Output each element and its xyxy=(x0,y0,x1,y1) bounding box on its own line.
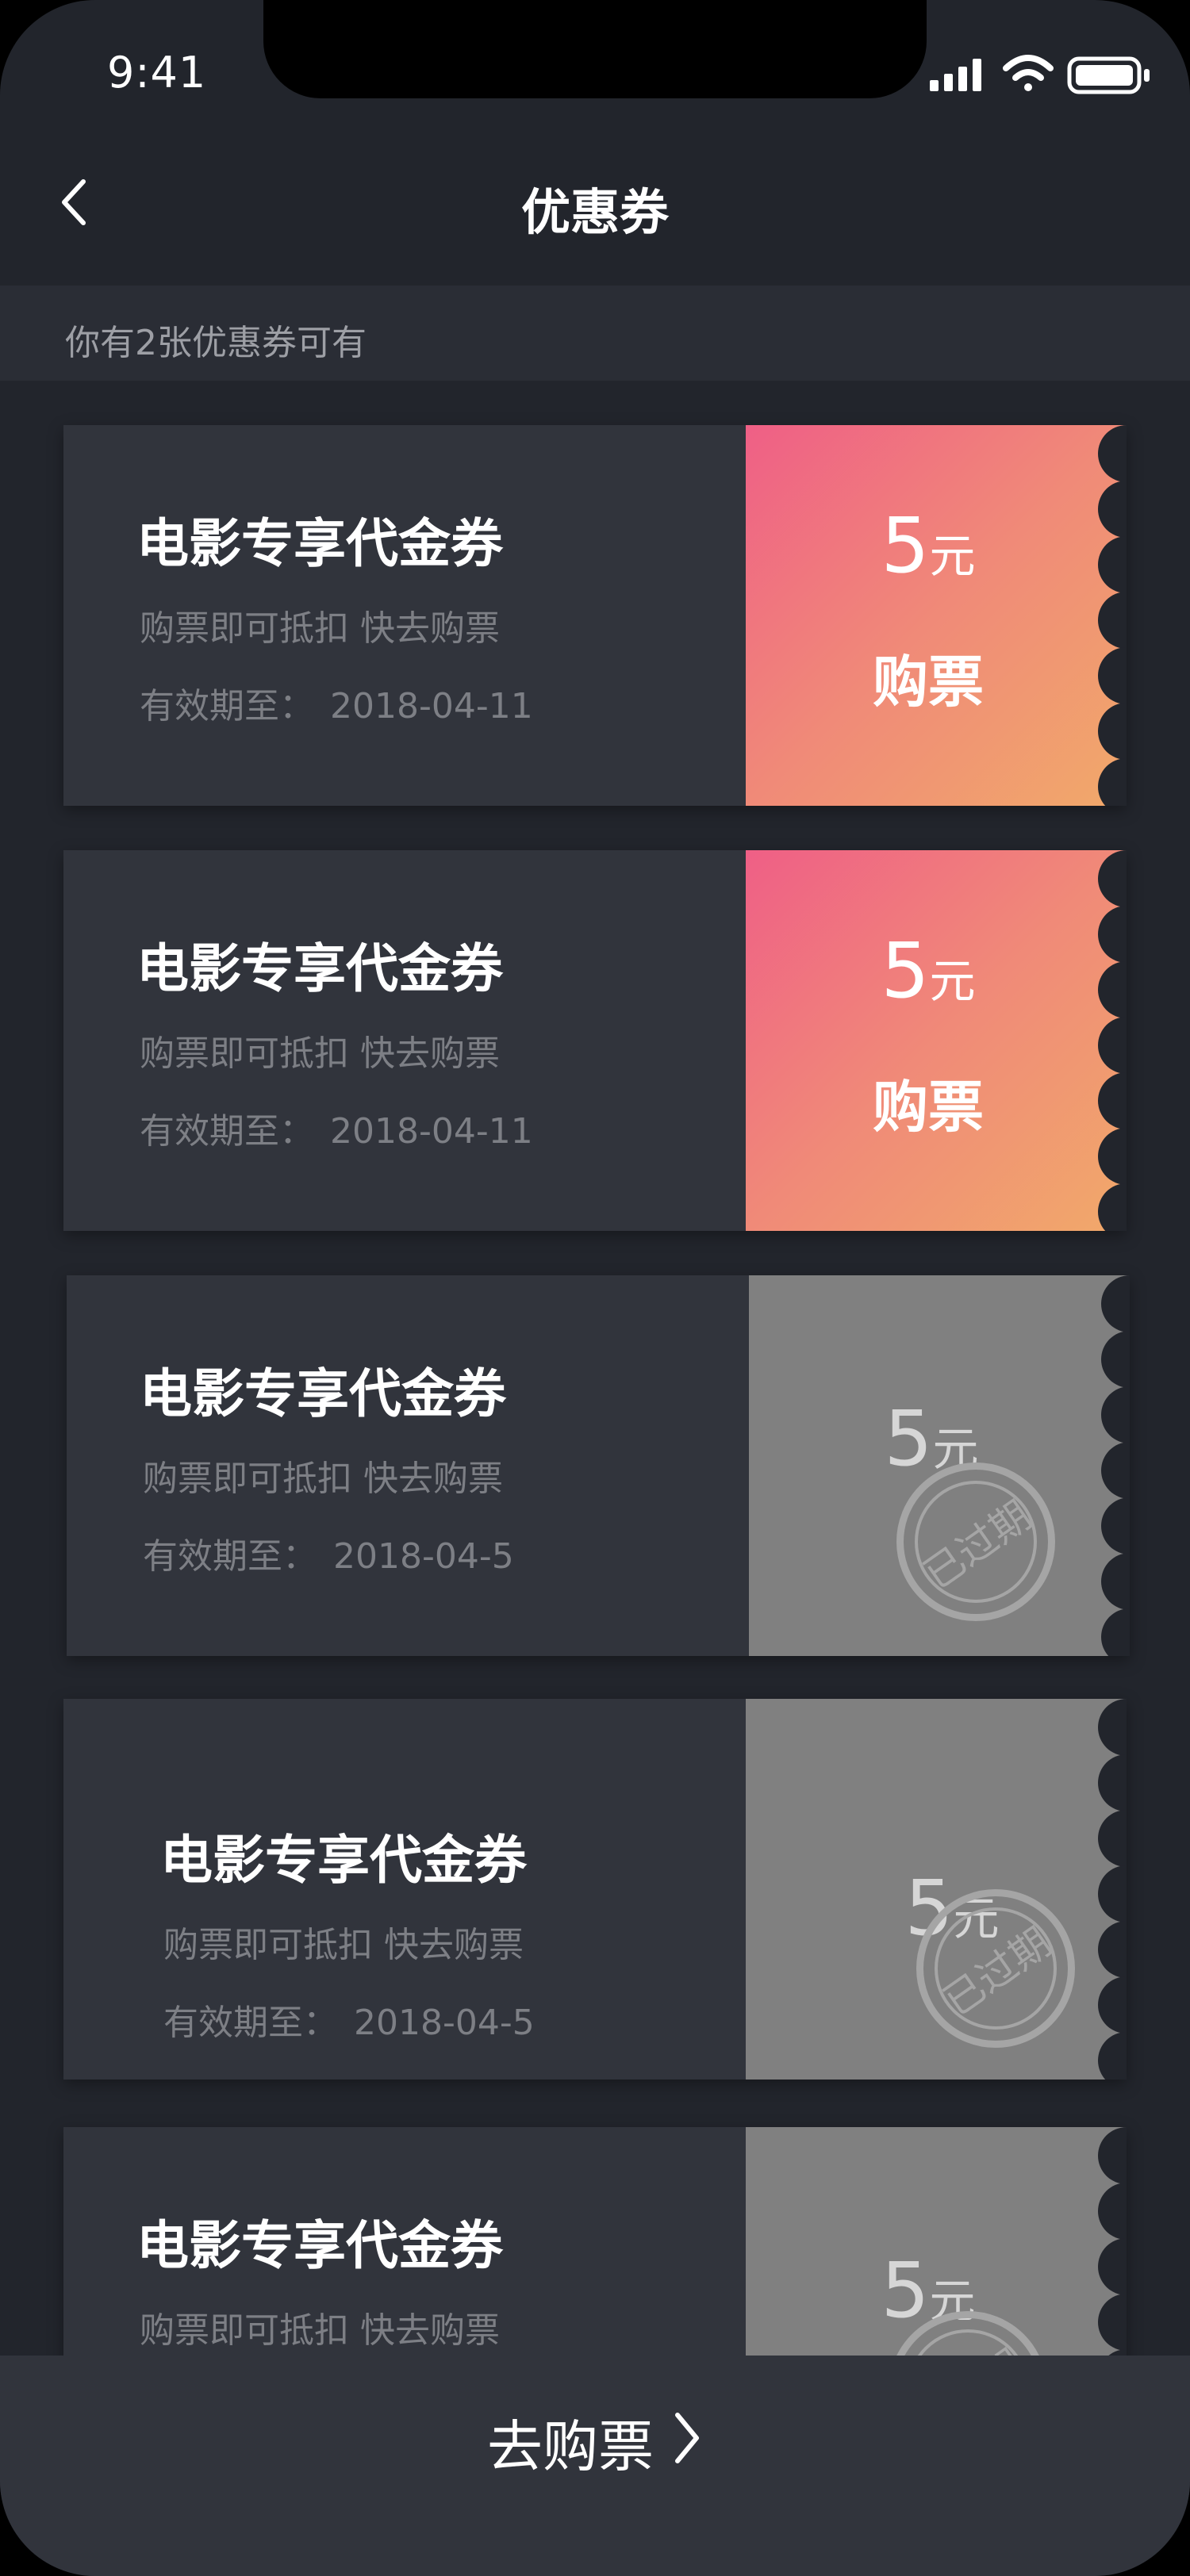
coupon-info: 电影专享代金券 购票即可抵扣 快去购票 有效期至： 2018-04-11 xyxy=(63,425,746,806)
amount-value: 5 xyxy=(881,501,930,590)
validity-date: 2018-04-5 xyxy=(354,2003,535,2043)
chevron-right-icon xyxy=(671,2403,703,2490)
expired-stamp: 已过期 xyxy=(916,1889,1075,2048)
battery-icon xyxy=(1067,56,1150,94)
status-bar: 9:41 xyxy=(0,0,1190,127)
validity-date: 2018-04-11 xyxy=(330,1111,533,1152)
amount-value: 5 xyxy=(881,926,930,1015)
coupon-description: 购票即可抵扣 快去购票 xyxy=(140,608,500,649)
buy-button[interactable]: 购票 xyxy=(746,1063,1111,1143)
coupon-info: 电影专享代金券 购票即可抵扣 快去购票 xyxy=(63,2127,746,2356)
coupon-name: 电影专享代金券 xyxy=(136,2215,503,2276)
coupon-name: 电影专享代金券 xyxy=(136,938,503,999)
coupon-list: 电影专享代金券 购票即可抵扣 快去购票 有效期至： 2018-04-11 5元 购… xyxy=(0,381,1190,2356)
validity-date: 2018-04-11 xyxy=(330,686,533,726)
go-buy-ticket-button[interactable]: 去购票 xyxy=(0,2403,1190,2490)
expired-stamp: 已过期 xyxy=(896,1462,1055,1621)
validity-label: 有效期至： xyxy=(163,2003,338,2043)
validity-label: 有效期至： xyxy=(143,1536,317,1577)
wifi-icon xyxy=(1003,55,1054,91)
amount-value: 5 xyxy=(881,2246,930,2335)
ticket-edge xyxy=(1098,850,1127,1231)
amount-value: 5 xyxy=(884,1394,933,1483)
ticket-edge xyxy=(1098,1699,1127,2080)
coupon-card[interactable]: 电影专享代金券 购票即可抵扣 快去购票 有效期至： 2018-04-5 5元 已过… xyxy=(67,1275,1130,1656)
coupon-card[interactable]: 电影专享代金券 购票即可抵扣 快去购票 5元 已过期 xyxy=(63,2127,1127,2356)
coupon-card[interactable]: 电影专享代金券 购票即可抵扣 快去购票 有效期至： 2018-04-11 5元 购… xyxy=(63,425,1127,806)
phone-screen: 9:41 优惠券 你有2张优惠券可有 电影专享代金券 购票即可抵扣 快去购票 有… xyxy=(0,0,1190,2576)
coupon-card[interactable]: 电影专享代金券 购票即可抵扣 快去购票 有效期至： 2018-04-5 5元 已过… xyxy=(63,1699,1127,2080)
coupon-info: 电影专享代金券 购票即可抵扣 快去购票 有效期至： 2018-04-11 xyxy=(63,850,746,1231)
coupon-description: 购票即可抵扣 快去购票 xyxy=(140,1033,500,1074)
bottom-bar: 去购票 xyxy=(0,2356,1190,2576)
coupon-name: 电影专享代金券 xyxy=(160,1830,527,1891)
buy-button[interactable]: 购票 xyxy=(746,638,1111,718)
coupon-buy-panel[interactable]: 5元 购票 xyxy=(746,425,1127,806)
coupon-validity: 有效期至： 2018-04-11 xyxy=(140,1102,533,1153)
amount-unit: 元 xyxy=(929,954,976,1008)
coupon-validity: 有效期至： 2018-04-11 xyxy=(140,677,533,728)
coupon-amount: 5元 xyxy=(749,1394,1114,1483)
validity-label: 有效期至： xyxy=(140,686,314,726)
nav-bar: 优惠券 xyxy=(0,139,1190,286)
coupon-description: 购票即可抵扣 快去购票 xyxy=(143,1459,503,1499)
validity-label: 有效期至： xyxy=(140,1111,314,1152)
coupon-name: 电影专享代金券 xyxy=(140,1363,506,1424)
coupon-expired-panel: 5元 已过期 xyxy=(746,1699,1127,2080)
coupon-expired-panel: 5元 已过期 xyxy=(746,2127,1127,2356)
coupon-buy-panel[interactable]: 5元 购票 xyxy=(746,850,1127,1231)
coupon-expired-panel: 5元 已过期 xyxy=(749,1275,1130,1656)
ticket-edge xyxy=(1098,2127,1127,2356)
coupon-info: 电影专享代金券 购票即可抵扣 快去购票 有效期至： 2018-04-5 xyxy=(63,1699,746,2080)
coupon-description: 购票即可抵扣 快去购票 xyxy=(140,2310,500,2351)
ticket-edge xyxy=(1098,425,1127,806)
coupon-count-text: 你有2张优惠券可有 xyxy=(65,323,367,363)
status-icons xyxy=(930,55,1150,94)
coupon-amount: 5元 xyxy=(746,501,1111,590)
coupon-count-bar: 你有2张优惠券可有 xyxy=(0,286,1190,381)
signal-icon xyxy=(930,59,981,91)
coupon-description: 购票即可抵扣 快去购票 xyxy=(163,1925,524,1965)
page-title: 优惠券 xyxy=(520,183,669,241)
coupon-name: 电影专享代金券 xyxy=(136,513,503,574)
amount-unit: 元 xyxy=(929,529,976,583)
coupon-amount: 5元 xyxy=(746,926,1111,1015)
coupon-info: 电影专享代金券 购票即可抵扣 快去购票 有效期至： 2018-04-5 xyxy=(67,1275,749,1656)
ticket-edge xyxy=(1101,1275,1130,1656)
coupon-card[interactable]: 电影专享代金券 购票即可抵扣 快去购票 有效期至： 2018-04-11 5元 购… xyxy=(63,850,1127,1231)
validity-date: 2018-04-5 xyxy=(333,1536,514,1577)
coupon-validity: 有效期至： 2018-04-5 xyxy=(163,1994,535,2045)
coupon-validity: 有效期至： 2018-04-5 xyxy=(143,1528,514,1578)
go-buy-ticket-label: 去购票 xyxy=(487,2414,654,2479)
